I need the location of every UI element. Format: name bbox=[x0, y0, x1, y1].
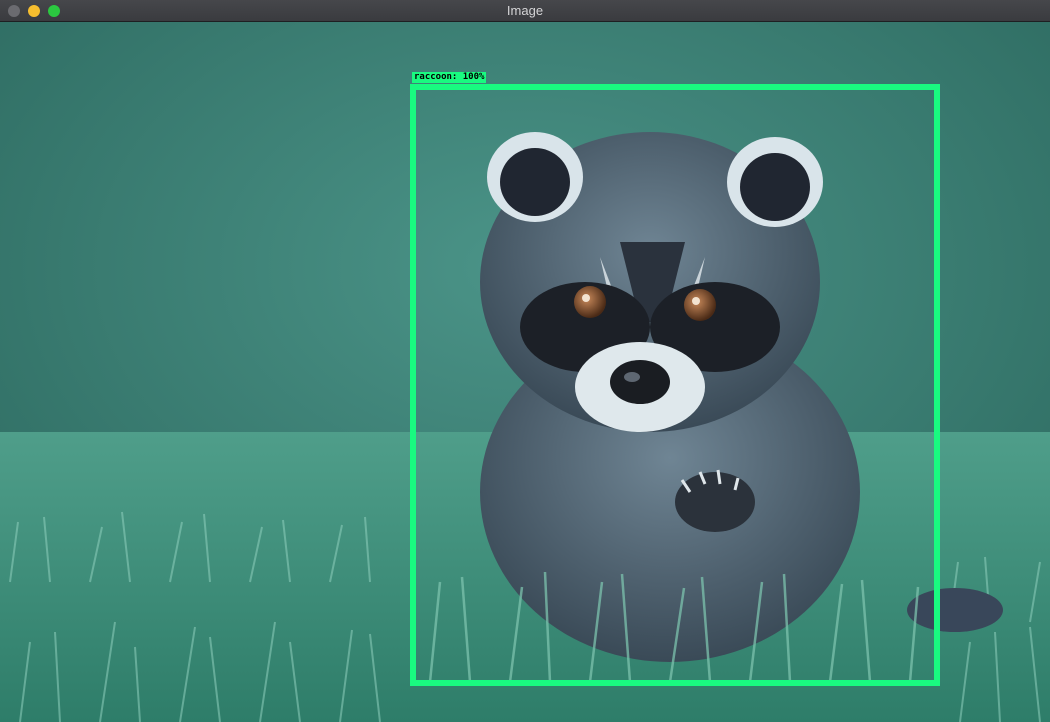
image-window: Image raccoon: 100% bbox=[0, 0, 1050, 722]
raccoon-detection-box bbox=[410, 84, 940, 686]
window-title: Image bbox=[506, 3, 544, 18]
title-bar[interactable]: Image bbox=[0, 0, 1050, 22]
image-canvas: raccoon: 100% bbox=[0, 22, 1050, 722]
detection-label: raccoon: 100% bbox=[412, 72, 487, 83]
